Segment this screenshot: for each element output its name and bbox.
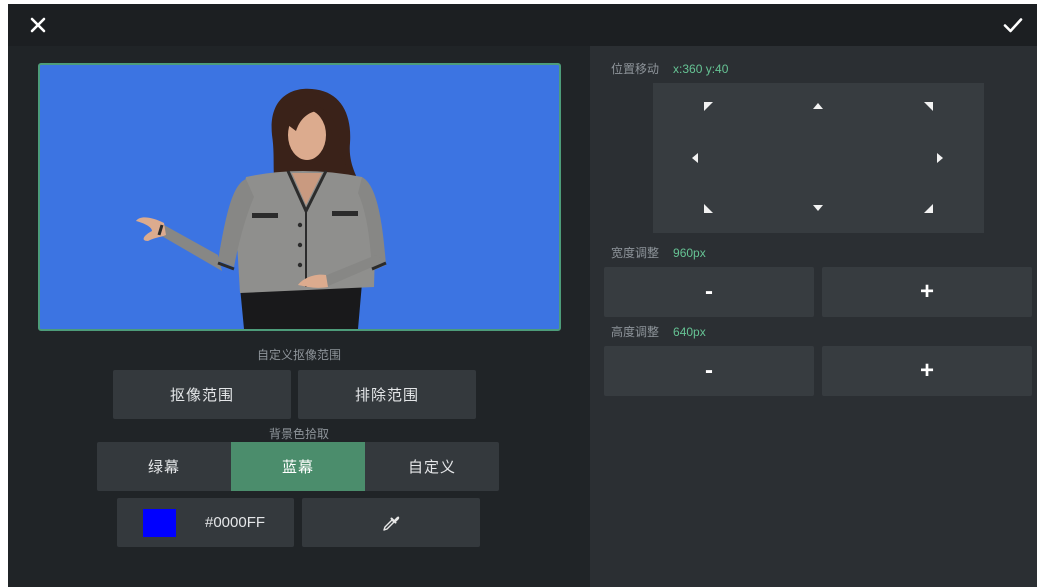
matting-range-button[interactable]: 抠像范围 bbox=[113, 370, 291, 419]
height-label: 高度调整 bbox=[611, 325, 660, 339]
arrow-down-icon bbox=[813, 205, 823, 211]
eyedropper-icon bbox=[383, 516, 400, 531]
arrow-up-left-icon bbox=[703, 101, 713, 111]
video-preview[interactable] bbox=[38, 63, 561, 331]
presenter-figure bbox=[136, 88, 387, 329]
matting-section-label: 自定义抠像范围 bbox=[256, 348, 341, 362]
eyedropper-button[interactable] bbox=[302, 498, 480, 547]
top-bar bbox=[8, 4, 1037, 46]
width-label-row: 宽度调整 960px bbox=[611, 245, 706, 261]
arrow-left-icon bbox=[692, 153, 698, 163]
move-down-right-button[interactable] bbox=[913, 193, 943, 223]
height-decrease-button[interactable]: - bbox=[604, 346, 814, 396]
height-value: 640px bbox=[673, 325, 706, 339]
arrow-right-icon bbox=[937, 153, 943, 163]
right-panel: 位置移动 x:360 y:40 宽度调整 960px - + 高度调整 640p… bbox=[590, 46, 1037, 587]
move-up-right-button[interactable] bbox=[913, 91, 943, 121]
check-icon bbox=[1003, 18, 1023, 33]
width-value: 960px bbox=[673, 246, 706, 260]
move-up-left-button[interactable] bbox=[693, 91, 723, 121]
option-green-screen[interactable]: 绿幕 bbox=[97, 442, 231, 491]
move-left-button[interactable] bbox=[680, 143, 710, 173]
arrow-down-left-icon bbox=[703, 203, 713, 213]
option-blue-screen[interactable]: 蓝幕 bbox=[231, 442, 365, 491]
move-up-button[interactable] bbox=[803, 91, 833, 121]
close-button[interactable] bbox=[26, 13, 50, 37]
move-down-button[interactable] bbox=[803, 193, 833, 223]
arrow-up-right-icon bbox=[923, 101, 933, 111]
close-icon bbox=[30, 17, 46, 33]
background-color-section-label: 背景色拾取 bbox=[268, 427, 329, 441]
exclude-range-button[interactable]: 排除范围 bbox=[298, 370, 476, 419]
height-label-row: 高度调整 640px bbox=[611, 324, 706, 340]
position-arrow-pad bbox=[653, 83, 984, 233]
move-right-button[interactable] bbox=[925, 143, 955, 173]
width-increase-button[interactable]: + bbox=[822, 267, 1032, 317]
width-label: 宽度调整 bbox=[611, 246, 660, 260]
confirm-button[interactable] bbox=[1001, 13, 1025, 37]
chroma-key-editor: 自定义抠像范围 抠像范围 排除范围 背景色拾取 绿幕 蓝幕 自定义 #0000F… bbox=[0, 0, 1037, 587]
left-panel: 自定义抠像范围 抠像范围 排除范围 背景色拾取 绿幕 蓝幕 自定义 #0000F… bbox=[8, 46, 590, 587]
color-value-field[interactable]: #0000FF bbox=[117, 498, 294, 547]
arrow-up-icon bbox=[813, 103, 823, 109]
height-increase-button[interactable]: + bbox=[822, 346, 1032, 396]
move-down-left-button[interactable] bbox=[693, 193, 723, 223]
position-label-row: 位置移动 x:360 y:40 bbox=[611, 61, 728, 77]
option-custom-color[interactable]: 自定义 bbox=[365, 442, 499, 491]
width-decrease-button[interactable]: - bbox=[604, 267, 814, 317]
position-label: 位置移动 bbox=[611, 62, 660, 76]
arrow-down-right-icon bbox=[923, 203, 933, 213]
background-color-selector: 绿幕 蓝幕 自定义 bbox=[97, 442, 499, 491]
position-value: x:360 y:40 bbox=[673, 62, 729, 76]
color-hex-value: #0000FF bbox=[205, 514, 266, 531]
color-swatch bbox=[143, 509, 176, 537]
